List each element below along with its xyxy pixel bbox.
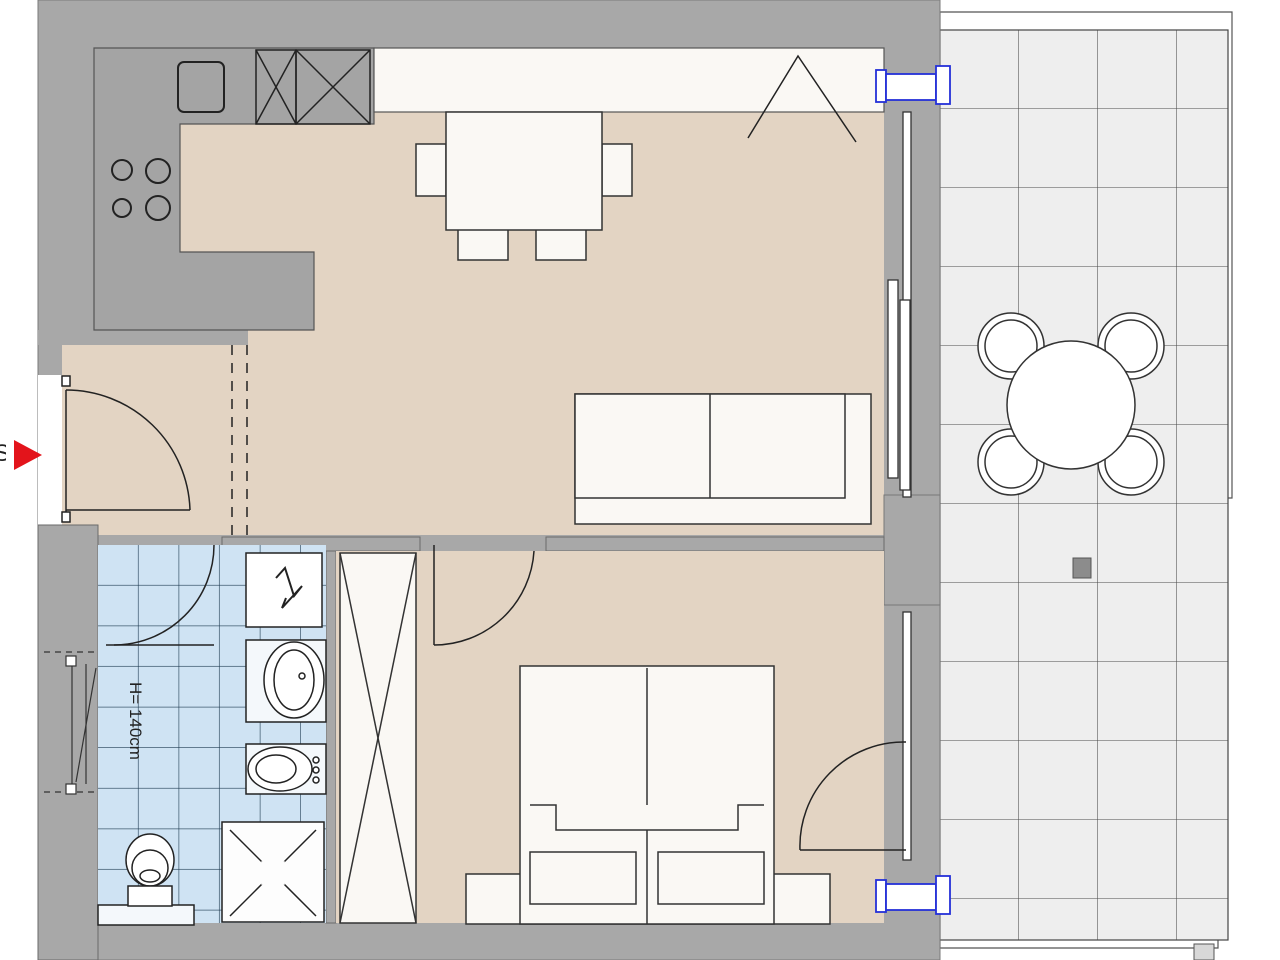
entrance-label: S [0,440,6,468]
terrace [939,11,1233,960]
sofa [574,393,872,525]
height-label: H= 140cm [126,682,145,760]
bedroom-wardrobe [339,552,417,924]
water-heater-icon [245,552,323,628]
terrace-drain [1072,557,1092,579]
hall-floor [62,345,252,535]
bedroom-window [902,611,912,861]
floor-plan [14,0,1233,960]
